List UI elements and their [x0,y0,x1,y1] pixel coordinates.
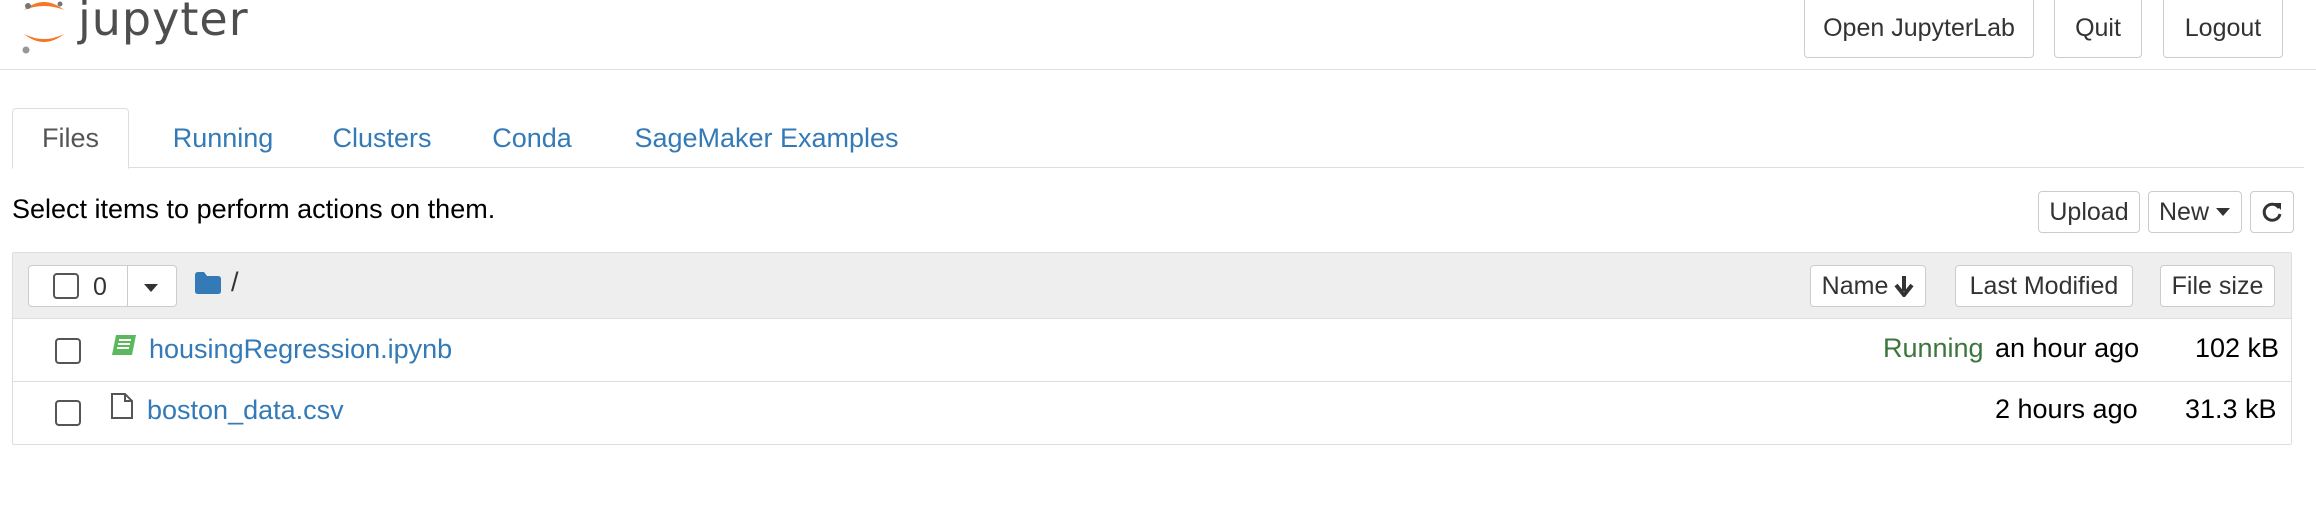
logout-button[interactable]: Logout [2163,0,2283,58]
file-list-header: 0 / Name Last Modified File size [13,253,2291,319]
folder-icon[interactable] [195,272,221,294]
caret-down-icon [2216,208,2230,216]
instructions-text: Select items to perform actions on them. [12,194,496,224]
notebook-icon [112,335,136,355]
tab-conda[interactable]: Conda [482,108,582,168]
caret-down-icon [144,284,158,292]
file-name-link[interactable]: boston_data.csv [147,395,344,426]
tab-running[interactable]: Running [158,108,288,168]
quit-button[interactable]: Quit [2054,0,2142,58]
refresh-icon [2262,202,2282,222]
tab-files[interactable]: Files [12,108,129,169]
open-jupyterlab-button[interactable]: Open JupyterLab [1804,0,2034,58]
new-button-label: New [2158,197,2209,226]
upload-button[interactable]: Upload [2038,191,2140,233]
file-size-value: 31.3 kB [2185,394,2277,424]
sort-by-name-button[interactable]: Name [1810,265,1926,307]
select-all-checkbox[interactable] [53,273,79,299]
sort-by-file-size-button[interactable]: File size [2160,265,2275,307]
tab-clusters[interactable]: Clusters [322,108,442,168]
file-size-value: 102 kB [2195,333,2280,363]
sort-name-label: Name [1821,271,1889,300]
file-icon [111,393,133,419]
divider [127,266,128,306]
refresh-button[interactable] [2250,191,2294,233]
tab-sagemaker-examples[interactable]: SageMaker Examples [634,108,899,168]
last-modified-value: 2 hours ago [1995,394,2138,424]
sort-by-last-modified-button[interactable]: Last Modified [1955,265,2133,307]
file-name-link[interactable]: housingRegression.ipynb [149,334,452,365]
last-modified-value: an hour ago [1995,333,2140,363]
selected-count: 0 [93,273,107,301]
list-item: housingRegression.ipynb Running an hour … [13,319,2291,382]
row-checkbox[interactable] [55,400,81,426]
list-item: boston_data.csv 2 hours ago 31.3 kB [13,383,2291,446]
file-list: 0 / Name Last Modified File size housing… [12,252,2292,445]
jupyter-logo[interactable]: jupyter [20,0,248,58]
tab-bar: Files Running Clusters Conda SageMaker E… [12,108,2304,169]
new-dropdown-button[interactable]: New [2148,191,2242,233]
app-header: jupyter Open JupyterLab Quit Logout [0,0,2316,70]
jupyter-logo-icon [22,1,64,54]
breadcrumb-root[interactable]: / [231,267,239,298]
select-all-dropdown[interactable]: 0 [28,265,177,307]
logo-text: jupyter [78,0,249,46]
running-status: Running [1883,333,1984,363]
row-checkbox[interactable] [55,338,81,364]
arrow-down-icon [1894,276,1914,297]
